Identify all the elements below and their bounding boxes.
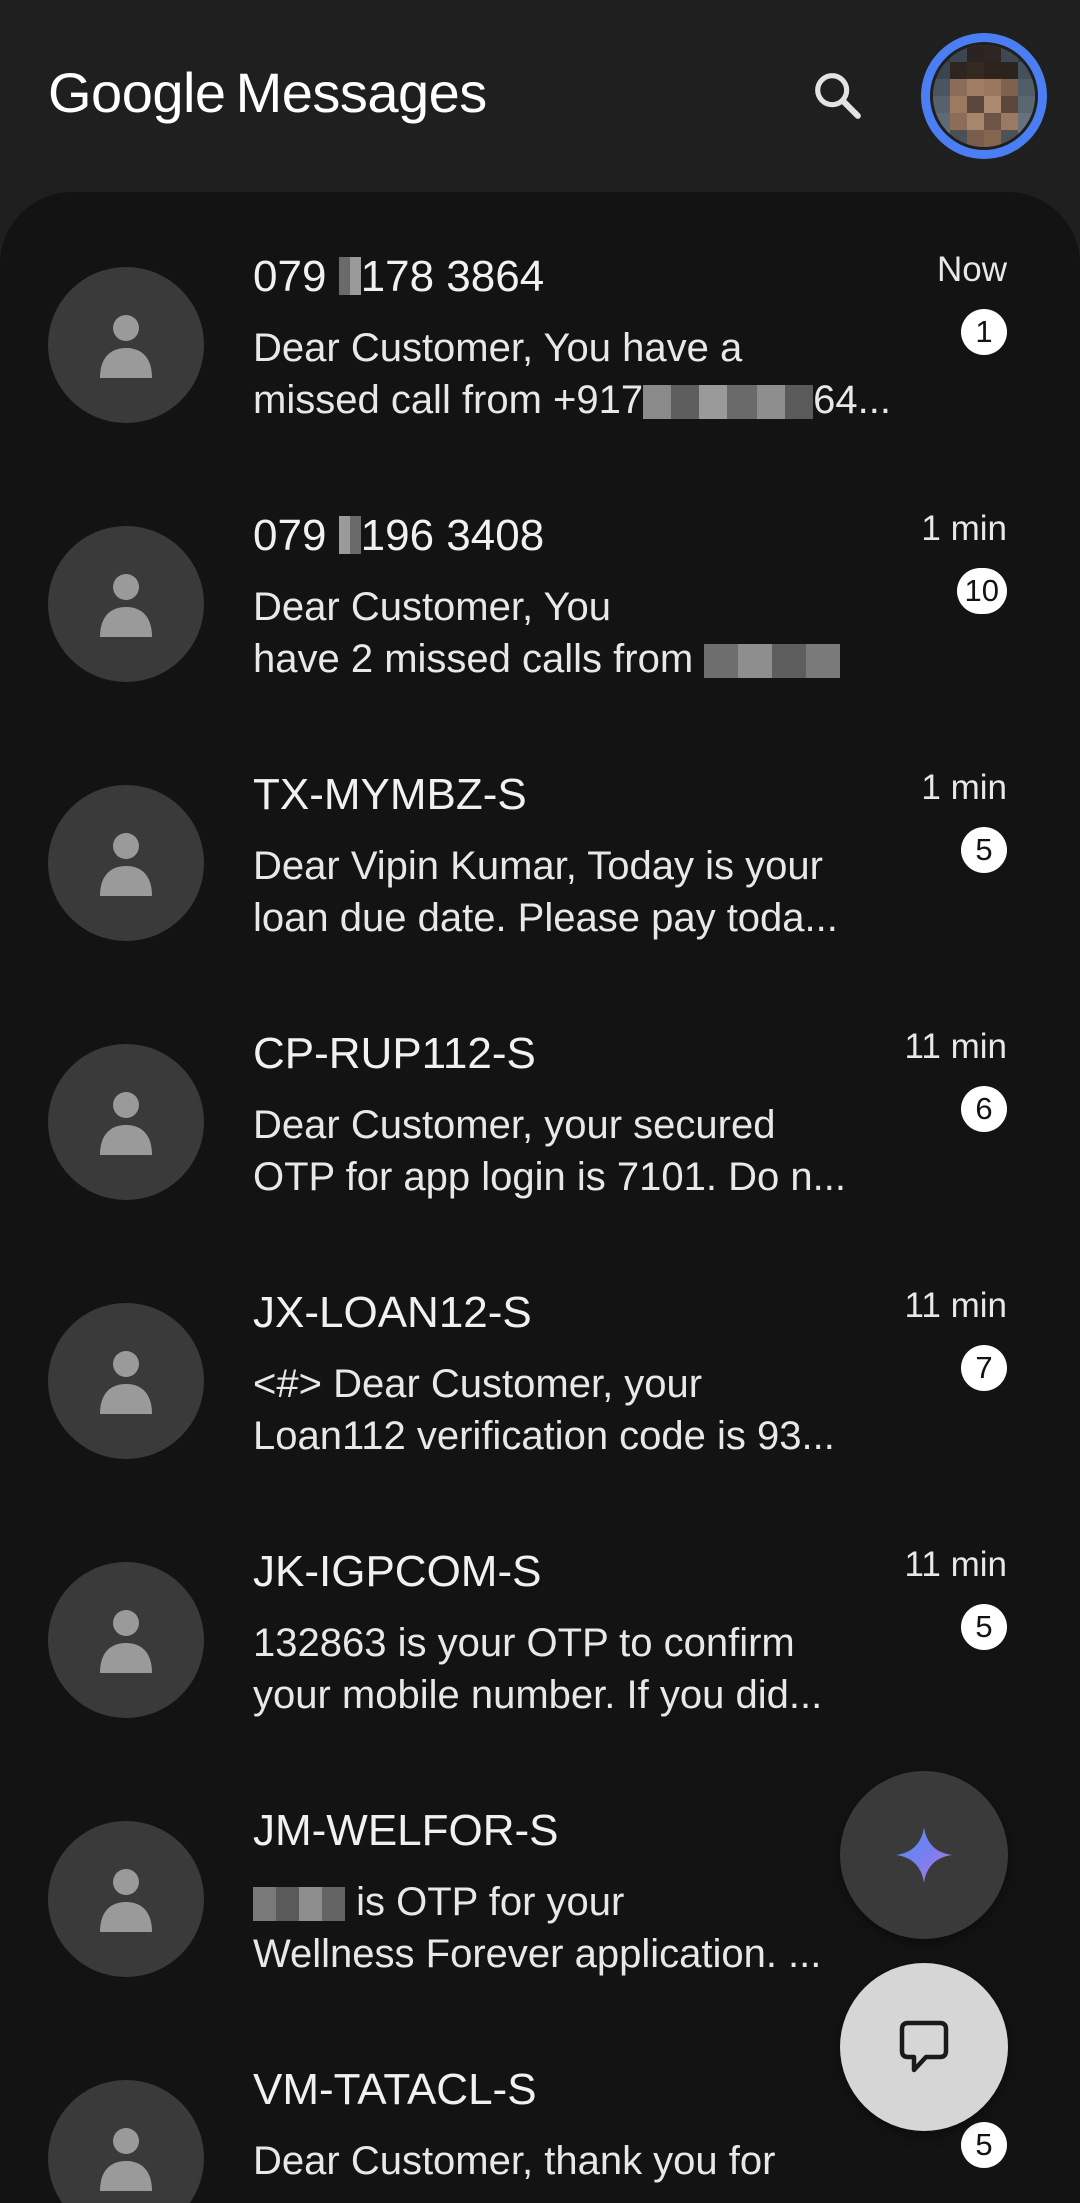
person-icon — [100, 1869, 152, 1932]
timestamp: 11 min — [904, 1027, 1007, 1066]
brand-product: Messages — [235, 61, 488, 124]
person-icon — [100, 1610, 152, 1673]
person-icon — [100, 315, 152, 378]
gemini-button[interactable] — [840, 1771, 1008, 1939]
conversation-row[interactable]: JK-IGPCOM-S 132863 is your OTP to confir… — [0, 1487, 1080, 1746]
conversation-row[interactable]: 079 196 3408 Dear Customer, You have 2 m… — [0, 451, 1080, 710]
contact-name: VM-TATACL-S — [253, 2065, 537, 2114]
chat-bubble-icon — [899, 2020, 949, 2073]
person-icon — [100, 1092, 152, 1155]
snippet-line-2: Wellness Forever application. ... — [253, 1932, 822, 1976]
contact-name-suffix: 178 3864 — [360, 252, 545, 301]
unread-count-badge: 5 — [961, 1604, 1007, 1650]
snippet-line-1: Dear Customer, You have a — [253, 326, 743, 370]
conversation-row[interactable]: CP-RUP112-S Dear Customer, your secured … — [0, 969, 1080, 1228]
snippet-line-2-prefix: missed call from +917 — [253, 378, 644, 422]
contact-avatar — [48, 785, 204, 941]
contact-name-suffix: 196 3408 — [360, 511, 545, 560]
brand-google: Google — [48, 61, 226, 124]
snippet-line-1: 132863 is your OTP to confirm — [253, 1621, 795, 1665]
timestamp: 1 min — [921, 768, 1007, 807]
snippet-line-1: <#> Dear Customer, your — [253, 1362, 703, 1406]
snippet-line-1: Dear Customer, your secured — [253, 1103, 776, 1147]
contact-name: 079 196 3408 — [253, 509, 544, 563]
person-icon — [100, 833, 152, 896]
unread-count-badge: 5 — [961, 2122, 1007, 2168]
unread-count-badge: 7 — [961, 1345, 1007, 1391]
snippet-line-2: OTP for app login is 7101. Do n... — [253, 1155, 846, 1199]
snippet-line-2: have 2 missed calls from — [253, 633, 893, 685]
person-icon — [100, 1351, 152, 1414]
unread-count-badge: 5 — [961, 827, 1007, 873]
contact-name-prefix: 079 — [253, 511, 339, 560]
snippet-line-1: Dear Customer, You — [253, 585, 611, 629]
redacted-otp — [253, 1887, 345, 1922]
redacted-number — [704, 644, 841, 679]
snippet-line-1: Dear Customer, thank you for — [253, 2139, 776, 2183]
contact-avatar — [48, 267, 204, 423]
redacted-number — [643, 385, 814, 420]
unread-count-badge: 1 — [961, 309, 1007, 355]
message-snippet: Dear Customer, thank you for — [253, 2135, 893, 2187]
contact-avatar — [48, 526, 204, 682]
message-snippet: Dear Customer, You have a missed call fr… — [253, 322, 893, 426]
timestamp: 11 min — [904, 1545, 1007, 1584]
contact-name: JM-WELFOR-S — [253, 1806, 559, 1855]
message-snippet: Dear Vipin Kumar, Today is your loan due… — [253, 840, 893, 944]
contact-avatar — [48, 1562, 204, 1718]
message-snippet: Dear Customer, You have 2 missed calls f… — [253, 581, 893, 685]
account-avatar-button[interactable] — [921, 33, 1047, 159]
avatar — [930, 42, 1038, 150]
contact-name-prefix: 079 — [253, 252, 339, 301]
start-chat-button[interactable] — [840, 1963, 1008, 2131]
snippet-line-2: loan due date. Please pay toda... — [253, 896, 838, 940]
message-snippet: Dear Customer, your secured OTP for app … — [253, 1099, 893, 1203]
snippet-line-2: Loan112 verification code is 93... — [253, 1414, 835, 1458]
messages-app: Google Messages 079 178 3864 Dear Custom… — [0, 0, 1080, 2203]
person-icon — [100, 2128, 152, 2191]
snippet-line-2-prefix: have 2 missed calls from — [253, 637, 705, 681]
message-snippet: 132863 is your OTP to confirm your mobil… — [253, 1617, 893, 1721]
conversation-row[interactable]: JX-LOAN12-S <#> Dear Customer, your Loan… — [0, 1228, 1080, 1487]
contact-name: CP-RUP112-S — [253, 1029, 536, 1078]
snippet-line-1-suffix: is OTP for your — [345, 1880, 625, 1924]
redacted-digits — [338, 257, 361, 295]
snippet-line-1: is OTP for your — [253, 1876, 893, 1928]
message-snippet: is OTP for your Wellness Forever applica… — [253, 1876, 893, 1980]
person-icon — [100, 574, 152, 637]
contact-name: JX-LOAN12-S — [253, 1288, 532, 1337]
contact-avatar — [48, 1821, 204, 1977]
top-app-bar: Google Messages — [0, 0, 1080, 190]
contact-avatar — [48, 1044, 204, 1200]
conversation-row[interactable]: TX-MYMBZ-S Dear Vipin Kumar, Today is yo… — [0, 710, 1080, 969]
contact-avatar — [48, 2080, 204, 2203]
timestamp: 11 min — [904, 1286, 1007, 1325]
snippet-line-2: your mobile number. If you did... — [253, 1673, 823, 1717]
message-snippet: <#> Dear Customer, your Loan112 verifica… — [253, 1358, 893, 1462]
contact-avatar — [48, 1303, 204, 1459]
search-icon — [815, 73, 861, 119]
gemini-sparkle-icon — [896, 1827, 952, 1883]
unread-count-badge: 6 — [961, 1086, 1007, 1132]
unread-count-badge: 10 — [956, 568, 1007, 614]
snippet-line-1: Dear Vipin Kumar, Today is your — [253, 844, 823, 888]
conversation-row[interactable]: 079 178 3864 Dear Customer, You have a m… — [0, 192, 1080, 451]
timestamp: 1 min — [921, 509, 1007, 548]
timestamp: Now — [936, 250, 1007, 289]
contact-name: JK-IGPCOM-S — [253, 1547, 542, 1596]
redacted-digits — [338, 516, 361, 554]
contact-name: TX-MYMBZ-S — [253, 770, 527, 819]
snippet-line-2: missed call from +917 64... — [253, 374, 893, 426]
search-button[interactable] — [808, 66, 868, 126]
contact-name: 079 178 3864 — [253, 250, 544, 304]
app-title: Google Messages — [48, 58, 487, 128]
snippet-line-2-suffix: 64... — [813, 378, 891, 422]
